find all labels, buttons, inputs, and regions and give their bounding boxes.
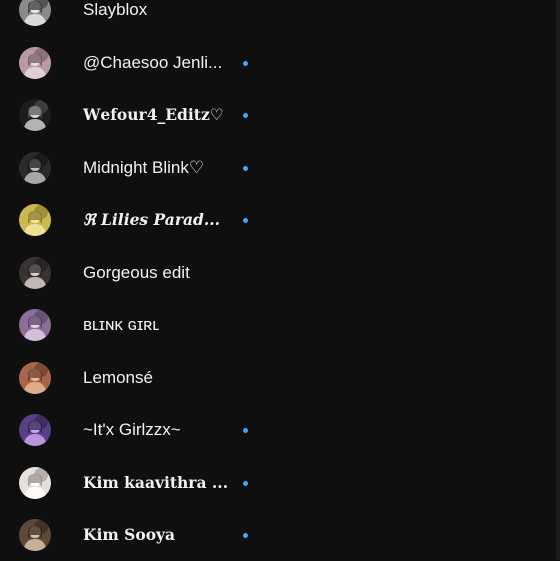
channel-item[interactable]: 𝐖𝐞𝐟𝐨𝐮𝐫𝟒_𝐄𝐝𝐢𝐭𝐳♡	[0, 89, 556, 141]
channel-item[interactable]: 𝐊𝐢𝐦 𝐒𝐨𝐨𝐲𝐚	[0, 509, 556, 561]
new-content-dot-icon	[243, 113, 248, 118]
new-content-dot-icon	[243, 218, 248, 223]
channel-name: ʙʟɪɴᴋ ɢɪʀʟ	[83, 315, 160, 334]
avatar-night-portrait-icon[interactable]	[19, 151, 51, 184]
channel-name: 𝐊𝐢𝐦 𝐤𝐚𝐚𝐯𝐢𝐭𝐡𝐫𝐚 ...	[83, 472, 229, 492]
subscriptions-list: Slayblox @Chaesoo Jenli... 𝐖𝐞𝐟𝐨𝐮𝐫𝟒_𝐄𝐝𝐢𝐭𝐳♡ M…	[0, 0, 560, 560]
new-content-dot-icon	[243, 60, 248, 66]
channel-name: Slayblox	[83, 0, 148, 19]
channel-item[interactable]: Midnight Blink♡	[0, 142, 556, 194]
new-content-dot-icon	[243, 165, 248, 171]
avatar-white-portrait-icon[interactable]	[19, 466, 51, 499]
channel-name: 𝐊𝐢𝐦 𝐒𝐨𝐨𝐲𝐚	[83, 525, 176, 544]
avatar-collage-icon[interactable]	[19, 46, 51, 79]
channel-name: ℜ Lilies Parad...	[83, 210, 221, 229]
channel-item[interactable]: @Chaesoo Jenli...	[0, 37, 556, 89]
channel-name: 𝐖𝐞𝐟𝐨𝐮𝐫𝟒_𝐄𝐝𝐢𝐭𝐳♡	[83, 105, 224, 124]
new-content-dot-icon	[243, 533, 248, 538]
scrollbar[interactable]	[556, 0, 560, 560]
avatar-grey-portrait-icon[interactable]	[19, 256, 51, 289]
channel-item[interactable]: ~It'x Girlzzx~	[0, 404, 556, 456]
channel-item[interactable]: Lemonsé	[0, 352, 556, 404]
avatar-light-portrait-icon[interactable]	[19, 0, 51, 26]
channel-name: Midnight Blink♡	[83, 157, 205, 177]
channel-name: Lemonsé	[83, 367, 153, 387]
channel-item[interactable]: 𝐊𝐢𝐦 𝐤𝐚𝐚𝐯𝐢𝐭𝐡𝐫𝐚 ...	[0, 457, 556, 509]
channel-name: @Chaesoo Jenli...	[83, 52, 223, 72]
channel-name: ~It'x Girlzzx~	[83, 420, 181, 439]
avatar-warm-collage-icon[interactable]	[19, 361, 51, 394]
channel-item[interactable]: Slayblox	[0, 0, 556, 36]
new-content-dot-icon	[243, 428, 248, 433]
channel-name: Gorgeous edit	[83, 262, 190, 282]
channel-item[interactable]: ʙʟɪɴᴋ ɢɪʀʟ	[0, 299, 556, 351]
avatar-brown-portrait-icon[interactable]	[19, 519, 51, 551]
avatar-violet-portrait-icon[interactable]	[19, 414, 51, 446]
avatar-dark-portrait-icon[interactable]	[19, 99, 51, 131]
channel-item[interactable]: ℜ Lilies Parad...	[0, 194, 556, 246]
new-content-dot-icon	[243, 480, 248, 486]
avatar-purple-portrait-icon[interactable]	[19, 309, 51, 341]
avatar-yellow-flowers-icon[interactable]	[19, 204, 51, 236]
channel-item[interactable]: Gorgeous edit	[0, 247, 556, 299]
